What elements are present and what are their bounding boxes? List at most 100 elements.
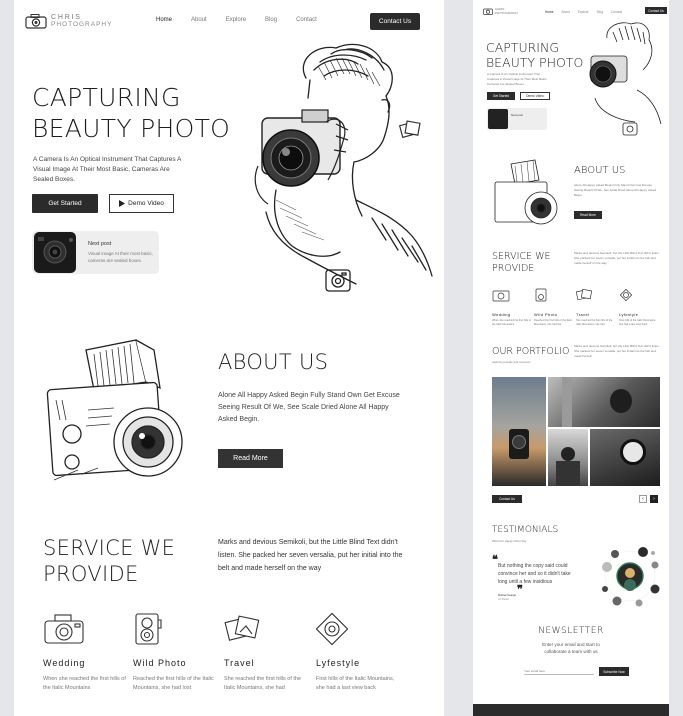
carousel-next-icon[interactable]: › (650, 495, 658, 503)
service-item-wedding[interactable]: Wedding When she reached the first hills… (43, 612, 133, 691)
about-title: ABOUT US (218, 350, 329, 374)
service-text: Marks and devious Semikoli, but the Litt… (218, 539, 403, 572)
demo-video-label: Demo Video (128, 200, 164, 207)
preview-hero-title-line1: CAPTURING (486, 40, 560, 55)
preview-service-name: Wedding (492, 312, 511, 317)
preview-quote-role: Art Bader (498, 598, 509, 601)
portfolio-photo-sunset-camera[interactable] (492, 377, 546, 486)
preview-next-post-title: Next post (511, 113, 523, 117)
camera-icon (44, 614, 84, 644)
nav-about[interactable]: About (191, 17, 207, 23)
service-title-line1: SERVICE WE (43, 536, 176, 560)
twin-lens-camera-icon (135, 613, 162, 645)
preview-contact-button[interactable]: Contact Us (645, 7, 667, 14)
preview-portfolio-text: Marks and devious Semikoli, but the Litt… (574, 344, 660, 358)
preview-vintage-camera-illustration (494, 159, 558, 225)
portfolio-photo-portrait[interactable] (548, 429, 588, 486)
hero-description: A Camera Is An Optical Instrument That C… (33, 156, 182, 183)
service-item-travel[interactable]: Travel She reached the first hills of th… (224, 612, 314, 691)
service-description: She reached the first hills of the Itali… (224, 676, 302, 691)
lens-icon (619, 288, 633, 302)
preview-get-started-button[interactable]: Get Started (487, 92, 515, 100)
preview-service-text: Marks and devious Semikoli, but the Litt… (574, 251, 660, 265)
service-title-line2: PROVIDE (43, 562, 139, 586)
preview-service-title-line1: SERVICE WE (492, 251, 551, 262)
preview-nav-home[interactable]: Home (545, 10, 554, 14)
hero-title-line1: CAPTURING (32, 83, 181, 112)
photo-frame-icon (398, 120, 421, 139)
service-item-lifestyle[interactable]: Lyfestyle First hills of the Italic Moun… (315, 612, 406, 691)
service-name: Travel (224, 658, 255, 668)
preview-logo[interactable]: CHRIS PHOTOGRAPHY (483, 7, 518, 15)
preview-service-wild-photo[interactable]: Wild Photo Reached the first hills of th… (534, 288, 574, 327)
service-name: Lyfestyle (316, 658, 361, 668)
get-started-button[interactable]: Get Started (32, 194, 98, 213)
photographer-illustration (254, 43, 433, 285)
brand-tagline: PHOTOGRAPHY (51, 20, 113, 28)
hero-title-line2: BEAUTY PHOTO (32, 114, 231, 143)
service-name: Wild Photo (133, 658, 187, 668)
preview-read-more-button[interactable]: Read More (574, 211, 602, 219)
preview-next-post-card[interactable]: Next post (487, 108, 547, 130)
preview-service-description: When she reached the first hills of the … (492, 319, 532, 326)
preview-next-post-thumbnail (488, 109, 508, 129)
nav-home[interactable]: Home (156, 17, 172, 23)
preview-service-description: She reached the first hills of the Itali… (576, 319, 613, 326)
top-nav: Home About Explore Blog Contact (156, 17, 317, 23)
preview-nav-blog[interactable]: Blog (597, 10, 603, 14)
nav-contact[interactable]: Contact (296, 17, 317, 23)
camera-lens-icon (38, 237, 73, 264)
preview-portfolio-subtitle: capturing people and moments (492, 360, 531, 364)
preview-service-travel[interactable]: Travel She reached the first hills of th… (575, 288, 616, 327)
landing-page: CHRIS PHOTOGRAPHY Home About Explore Blo… (14, 0, 444, 716)
brand-logo[interactable]: CHRIS PHOTOGRAPHY (25, 13, 112, 29)
preview-service-title: SERVICE WE PROVIDE (492, 251, 550, 275)
preview-photographer-illustration (589, 22, 662, 125)
photos-icon (575, 288, 593, 301)
next-post-title: Next post (88, 241, 112, 247)
contact-us-button[interactable]: Contact Us (370, 13, 420, 30)
preview-hero-title-line2: BEAUTY PHOTO (486, 55, 584, 70)
preview-demo-video-button[interactable]: Demo Video (520, 92, 550, 100)
preview-newsletter-title: NEWSLETTER (538, 626, 604, 636)
preview-nav-explore[interactable]: Explore (578, 10, 589, 14)
preview-service-wedding[interactable]: Wedding When she reached the first hills… (492, 288, 532, 327)
preview-about-title: ABOUT US (574, 165, 626, 176)
read-more-button[interactable]: Read More (218, 449, 283, 468)
service-item-wild-photo[interactable]: Wild Photo Reached the first hills of th… (133, 612, 223, 691)
preview-nav-contact[interactable]: Contact (611, 10, 622, 14)
client-avatars-ring (602, 547, 660, 607)
brand-text: CHRIS PHOTOGRAPHY (51, 14, 112, 29)
preview-about-text: Alone All Happy Asked Begin Fully Stand … (574, 183, 657, 197)
service-description: Reached the first hills of the Italic Mo… (133, 676, 214, 691)
camera-icon (492, 290, 510, 302)
nav-blog[interactable]: Blog (265, 17, 277, 23)
portfolio-photo-photographer[interactable] (548, 377, 660, 427)
service-title: SERVICE WE PROVIDE (43, 535, 175, 587)
camera-logo-icon (25, 14, 47, 29)
preview-portfolio-contact-button[interactable]: Contact Us (492, 495, 522, 503)
preview-service-name: Lyfestyle (619, 312, 639, 317)
preview-nav: Home About Explore Blog Contact (545, 10, 622, 14)
preview-hero-description: A Camera Is An Optical Instrument That C… (487, 72, 548, 86)
newsletter-subscribe-button[interactable]: Subscribe Now (599, 667, 629, 676)
preview-nav-about[interactable]: About (562, 10, 570, 14)
preview-service-name: Wild Photo (534, 312, 558, 317)
demo-video-button[interactable]: Demo Video (109, 194, 174, 213)
lens-icon (315, 612, 349, 646)
preview-testimonials-subtitle: What Our Happy Client Say (492, 539, 527, 543)
nav-explore[interactable]: Explore (226, 17, 246, 23)
preview-quote-author: Robrat Seargo (498, 593, 517, 597)
next-post-text: Visual image At their most basic, camera… (88, 251, 153, 263)
preview-footer (473, 704, 669, 716)
preview-service-description: First hills of the Italic Mountains, she… (619, 319, 656, 326)
preview-service-lifestyle[interactable]: Lyfestyle First hills of the Italic Moun… (619, 288, 659, 327)
brand-name: CHRIS (51, 13, 82, 21)
next-post-card[interactable]: Next post Visual image At their most bas… (32, 231, 159, 274)
preview-instant-camera-icon (622, 122, 638, 136)
portfolio-photo-lens[interactable] (590, 429, 660, 486)
hero-title: CAPTURING BEAUTY PHOTO (32, 82, 230, 144)
carousel-prev-icon[interactable]: ‹ (639, 495, 647, 503)
newsletter-email-input[interactable] (524, 667, 594, 675)
preview-brand-tagline: PHOTOGRAPHY (495, 11, 519, 15)
